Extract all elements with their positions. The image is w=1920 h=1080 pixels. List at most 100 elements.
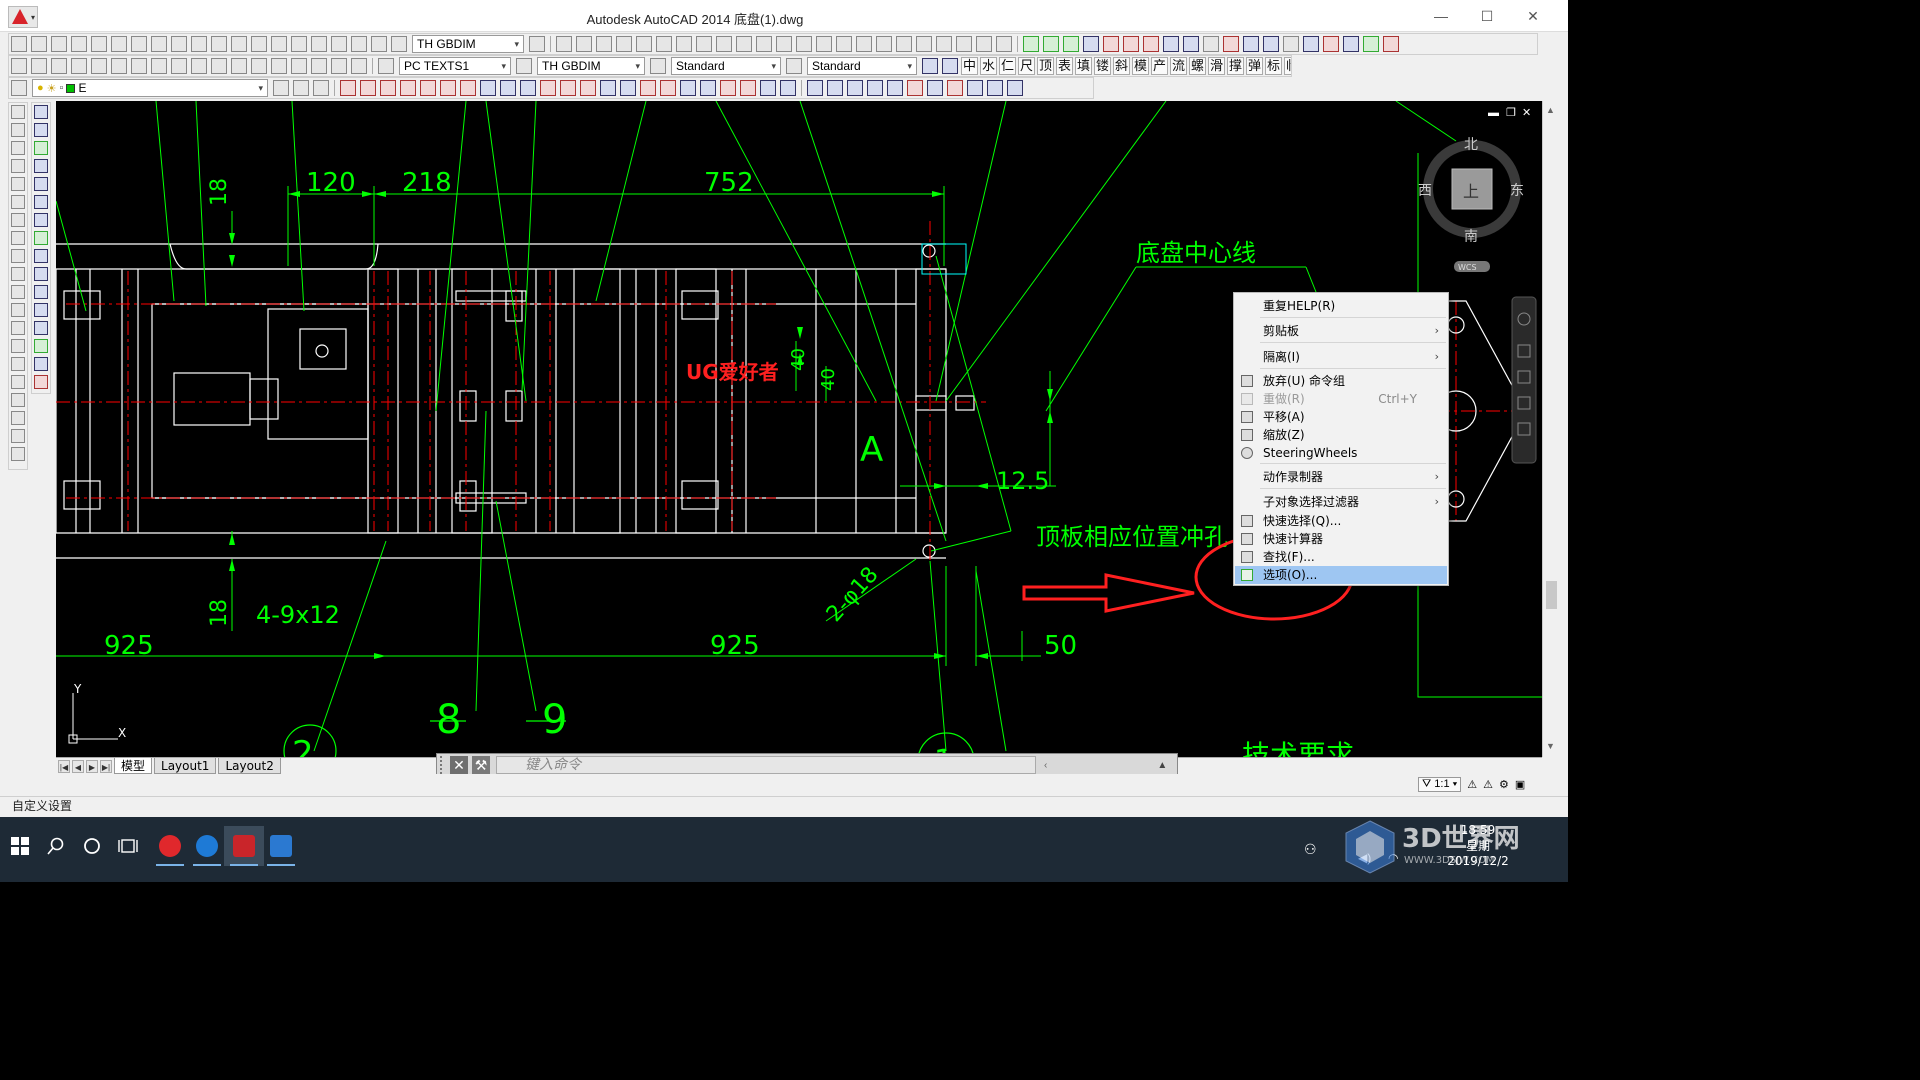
publish-icon[interactable] bbox=[656, 36, 672, 52]
lock-icon[interactable]: ▣ bbox=[1515, 778, 1525, 791]
chamfer-icon[interactable] bbox=[34, 339, 48, 353]
tianzheng-tool-icon[interactable] bbox=[1283, 36, 1299, 52]
tianzheng-char-button[interactable]: 顶 bbox=[1037, 57, 1054, 75]
menu-item-redo[interactable]: 重做(R) Ctrl+Y bbox=[1235, 390, 1447, 408]
rotate-icon[interactable] bbox=[34, 213, 48, 227]
prev-tab-button[interactable]: ◀ bbox=[72, 759, 84, 773]
tianzheng-tool-icon[interactable] bbox=[1323, 36, 1339, 52]
explode-icon[interactable] bbox=[34, 375, 48, 389]
pan-icon[interactable] bbox=[211, 58, 227, 74]
tianzheng-draw-icon[interactable] bbox=[600, 80, 616, 96]
hatch-icon[interactable] bbox=[11, 357, 25, 371]
tianzheng-draw-icon[interactable] bbox=[380, 80, 396, 96]
auto-scale-icon[interactable]: ⚠ bbox=[1483, 778, 1493, 791]
viewcube[interactable]: 上 北 南 东 西 WCS bbox=[1418, 137, 1524, 272]
preview-icon[interactable] bbox=[636, 36, 652, 52]
gradient-icon[interactable] bbox=[11, 375, 25, 389]
redo-icon[interactable] bbox=[776, 36, 792, 52]
menu-item-action-recorder[interactable]: 动作录制器 › bbox=[1235, 468, 1447, 486]
ordinate-icon[interactable] bbox=[71, 36, 87, 52]
cut-icon[interactable] bbox=[676, 36, 692, 52]
help-icon[interactable] bbox=[351, 58, 367, 74]
add-selected-icon[interactable] bbox=[11, 447, 25, 461]
menu-item-quick-calc[interactable]: 快速计算器 bbox=[1235, 530, 1447, 548]
sheet-set-icon[interactable] bbox=[291, 58, 307, 74]
tool-palettes-icon[interactable] bbox=[916, 36, 932, 52]
tianzheng-draw-icon[interactable] bbox=[420, 80, 436, 96]
tianzheng-text-icon[interactable] bbox=[807, 80, 823, 96]
annotation-visibility-icon[interactable]: ⚠ bbox=[1467, 778, 1477, 791]
tianzheng-draw-icon[interactable] bbox=[440, 80, 456, 96]
tianzheng-draw-icon[interactable] bbox=[780, 80, 796, 96]
3d-dwf-icon[interactable] bbox=[131, 58, 147, 74]
make-current-icon[interactable] bbox=[273, 80, 289, 96]
properties-icon[interactable] bbox=[876, 36, 892, 52]
spline-icon[interactable] bbox=[11, 249, 25, 263]
match-icon[interactable] bbox=[151, 58, 167, 74]
extend-icon[interactable] bbox=[34, 285, 48, 299]
tianzheng-char-button[interactable]: 填 bbox=[1075, 57, 1092, 75]
copy-icon[interactable] bbox=[696, 36, 712, 52]
chevron-up-icon[interactable]: ▲ bbox=[1157, 760, 1167, 771]
layer-properties-icon[interactable] bbox=[11, 80, 27, 96]
tianzheng-tool-icon[interactable] bbox=[1123, 36, 1139, 52]
angular-icon[interactable] bbox=[151, 36, 167, 52]
drawing-restore-button[interactable]: ❐ bbox=[1506, 106, 1516, 119]
mirror-icon[interactable] bbox=[34, 141, 48, 155]
text-style-select[interactable]: PC TEXTS1 ▾ bbox=[399, 57, 511, 75]
dim-break-icon[interactable] bbox=[251, 36, 267, 52]
tianzheng-text-icon[interactable] bbox=[927, 80, 943, 96]
drawing-minimize-button[interactable]: ▬ bbox=[1488, 107, 1499, 119]
revcloud-icon[interactable] bbox=[11, 231, 25, 245]
menu-item-undo[interactable]: 放弃(U) 命令组 bbox=[1235, 372, 1447, 390]
help-icon[interactable] bbox=[996, 36, 1012, 52]
wrench-icon[interactable]: ⚒ bbox=[472, 756, 490, 774]
tianzheng-char-button[interactable]: 斜 bbox=[1113, 57, 1130, 75]
tianzheng-char-button[interactable]: 产 bbox=[1151, 57, 1168, 75]
search-icon[interactable] bbox=[36, 826, 76, 866]
tolerance-icon[interactable] bbox=[271, 36, 287, 52]
undo-icon[interactable] bbox=[756, 36, 772, 52]
plot-icon[interactable] bbox=[616, 36, 632, 52]
zoom-previous-icon[interactable] bbox=[856, 36, 872, 52]
first-tab-button[interactable]: |◀ bbox=[58, 759, 70, 773]
tianzheng-char-button[interactable]: 表 bbox=[1056, 57, 1073, 75]
tianzheng-draw-icon[interactable] bbox=[620, 80, 636, 96]
open-icon[interactable] bbox=[576, 36, 592, 52]
tianzheng-char-button[interactable]: 尺 bbox=[1018, 57, 1035, 75]
taskbar-app-autocad[interactable] bbox=[224, 826, 264, 866]
tianzheng-draw-icon[interactable] bbox=[640, 80, 656, 96]
menu-item-zoom[interactable]: 缩放(Z) bbox=[1235, 426, 1447, 444]
trim-icon[interactable] bbox=[34, 267, 48, 281]
tianzheng-draw-icon[interactable] bbox=[360, 80, 376, 96]
tianzheng-draw-icon[interactable] bbox=[340, 80, 356, 96]
tool-palettes-icon[interactable] bbox=[271, 58, 287, 74]
publish-icon[interactable] bbox=[111, 58, 127, 74]
offset-icon[interactable] bbox=[34, 159, 48, 173]
tianzheng-text-icon[interactable] bbox=[987, 80, 1003, 96]
tianzheng-char-button[interactable]: 弹 bbox=[1246, 57, 1263, 75]
construction-line-icon[interactable] bbox=[11, 123, 25, 137]
tianzheng-char-button[interactable]: 水 bbox=[980, 57, 997, 75]
menu-item-clipboard[interactable]: 剪贴板 › bbox=[1235, 322, 1447, 340]
tianzheng-draw-icon[interactable] bbox=[760, 80, 776, 96]
save-icon[interactable] bbox=[596, 36, 612, 52]
markup-icon[interactable] bbox=[311, 58, 327, 74]
jogged-icon[interactable] bbox=[111, 36, 127, 52]
circle-icon[interactable] bbox=[11, 213, 25, 227]
make-block-icon[interactable] bbox=[11, 321, 25, 335]
layer-state-icon[interactable] bbox=[313, 80, 329, 96]
tianzheng-char-button[interactable]: 模 bbox=[1132, 57, 1149, 75]
design-center-icon[interactable] bbox=[251, 58, 267, 74]
tianzheng-draw-icon[interactable] bbox=[700, 80, 716, 96]
tianzheng-char-button[interactable]: 镂 bbox=[1094, 57, 1111, 75]
baseline-icon[interactable] bbox=[191, 36, 207, 52]
tianzheng-tool-icon[interactable] bbox=[1223, 36, 1239, 52]
dimedit-icon[interactable] bbox=[351, 36, 367, 52]
tianzheng-draw-icon[interactable] bbox=[580, 80, 596, 96]
tianzheng-tool-icon[interactable] bbox=[1263, 36, 1279, 52]
vertical-scrollbar[interactable]: ▲ ▼ bbox=[1542, 101, 1559, 757]
center-mark-icon[interactable] bbox=[291, 36, 307, 52]
undo-icon[interactable] bbox=[171, 58, 187, 74]
taskbar-app-netease[interactable] bbox=[150, 826, 190, 866]
